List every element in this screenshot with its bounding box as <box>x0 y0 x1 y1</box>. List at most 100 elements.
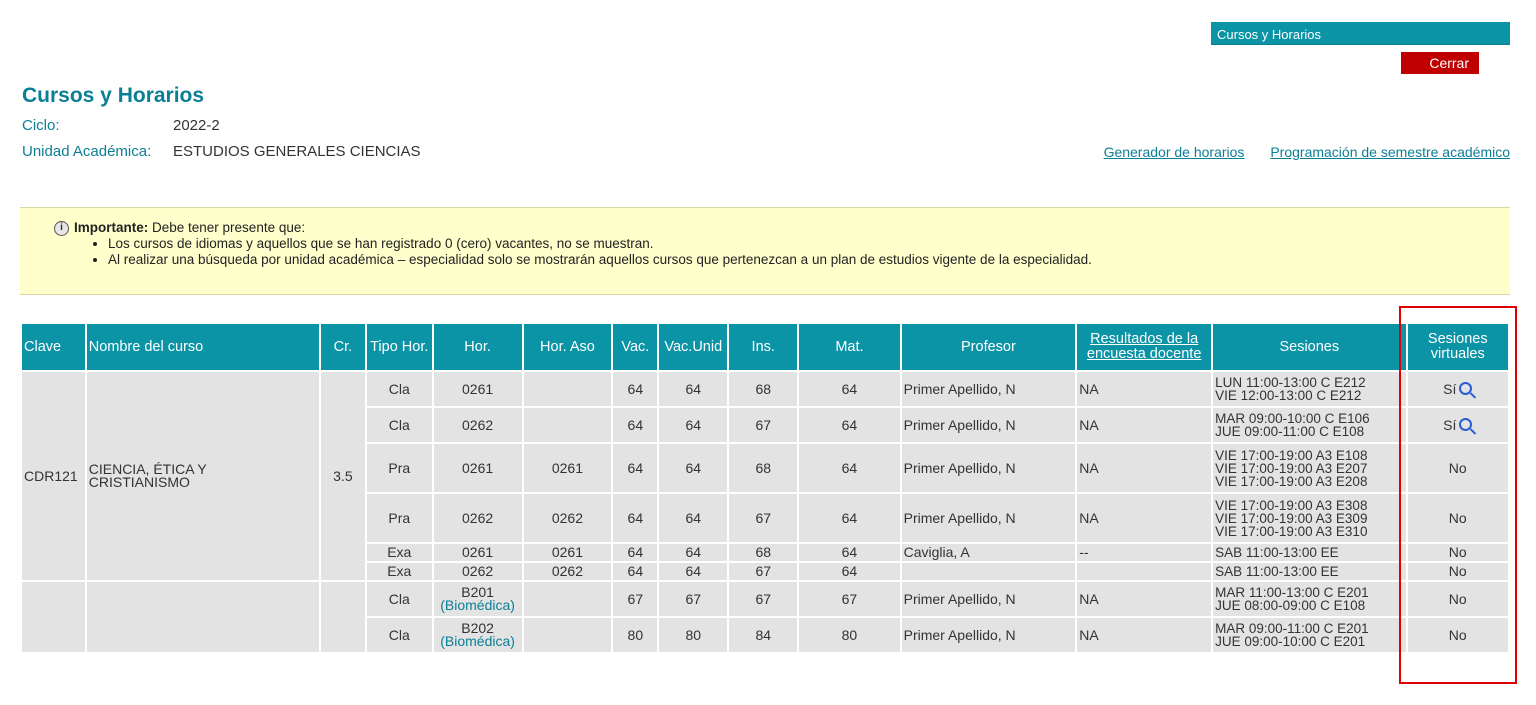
cell-virtual: Sí <box>1407 408 1508 442</box>
notice-strong: Importante: <box>74 220 149 235</box>
cell-horaso <box>523 408 612 442</box>
cell-vac: 67 <box>613 582 658 616</box>
cell-tipo: Exa <box>366 563 432 580</box>
cell-profesor: Caviglia, A <box>901 544 1076 561</box>
page-title: Cursos y Horarios <box>22 84 205 107</box>
generador-link[interactable]: Generador de horarios <box>1104 144 1245 160</box>
cell-hor: B202 (Biomédica) <box>433 618 522 652</box>
cell-ins: 67 <box>729 408 798 442</box>
cell-resultados: NA <box>1077 372 1212 406</box>
col-cr: Cr. <box>320 324 365 370</box>
cell-virtual: No <box>1407 618 1508 652</box>
cell-sesiones: SAB 11:00-13:00 EE <box>1213 544 1406 561</box>
col-clave: Clave <box>22 324 85 370</box>
cell-vacunid: 64 <box>659 544 728 561</box>
course-creditos <box>320 582 365 652</box>
cell-profesor: Primer Apellido, N <box>901 372 1076 406</box>
header-bar: Cursos y Horarios <box>1211 22 1510 45</box>
cell-sesiones: MAR 09:00-10:00 C E106 JUE 09:00-11:00 C … <box>1213 408 1406 442</box>
cell-horaso: 0262 <box>523 494 612 542</box>
cell-mat: 64 <box>799 544 900 561</box>
unidad-value: ESTUDIOS GENERALES CIENCIAS <box>173 143 421 160</box>
cell-tipo: Cla <box>366 582 432 616</box>
cell-vac: 80 <box>613 618 658 652</box>
table-header: Clave Nombre del curso Cr. Tipo Hor. Hor… <box>22 324 1508 370</box>
cell-mat: 80 <box>799 618 900 652</box>
cell-sesiones: LUN 11:00-13:00 C E212 VIE 12:00-13:00 C … <box>1213 372 1406 406</box>
cell-resultados: NA <box>1077 408 1212 442</box>
course-nombre: CIENCIA, ÉTICA Y CRISTIANISMO <box>86 372 319 580</box>
cell-vacunid: 64 <box>659 408 728 442</box>
cell-vacunid: 64 <box>659 372 728 406</box>
cell-vacunid: 64 <box>659 444 728 492</box>
notice-heading: Importante: Debe tener presente que: <box>54 220 1510 235</box>
cell-mat: 64 <box>799 494 900 542</box>
cell-ins: 84 <box>729 618 798 652</box>
cell-virtual: No <box>1407 563 1508 580</box>
cell-hor: 0262 <box>433 408 522 442</box>
cell-hor: 0262 <box>433 563 522 580</box>
col-hor: Hor. <box>433 324 522 370</box>
cell-horaso <box>523 618 612 652</box>
cell-vacunid: 64 <box>659 563 728 580</box>
col-nombre: Nombre del curso <box>86 324 319 370</box>
cell-sesiones: SAB 11:00-13:00 EE <box>1213 563 1406 580</box>
cell-horaso <box>523 372 612 406</box>
cell-sesiones: VIE 17:00-19:00 A3 E308 VIE 17:00-19:00 A… <box>1213 494 1406 542</box>
cell-vac: 64 <box>613 544 658 561</box>
cell-ins: 68 <box>729 544 798 561</box>
cell-resultados: NA <box>1077 582 1212 616</box>
cell-virtual: No <box>1407 544 1508 561</box>
cell-horaso: 0261 <box>523 444 612 492</box>
table-row: CDR121 CIENCIA, ÉTICA Y CRISTIANISMO 3.5 … <box>22 372 1508 580</box>
cell-resultados <box>1077 563 1212 580</box>
notice-item: Los cursos de idiomas y aquellos que se … <box>108 236 1510 252</box>
cell-sesiones: VIE 17:00-19:00 A3 E108 VIE 17:00-19:00 A… <box>1213 444 1406 492</box>
cell-resultados: NA <box>1077 494 1212 542</box>
cell-ins: 67 <box>729 582 798 616</box>
cell-mat: 64 <box>799 372 900 406</box>
cell-tipo: Cla <box>366 372 432 406</box>
notice-text: Debe tener presente que: <box>148 220 306 235</box>
cell-hor: 0261 <box>433 444 522 492</box>
page-links: Generador de horarios Programación de se… <box>1082 144 1510 160</box>
cell-profesor: Primer Apellido, N <box>901 618 1076 652</box>
notice-list: Los cursos de idiomas y aquellos que se … <box>54 236 1510 268</box>
col-profesor: Profesor <box>901 324 1076 370</box>
col-vacunid: Vac.Unid <box>659 324 728 370</box>
cell-vac: 64 <box>613 444 658 492</box>
close-button[interactable]: Cerrar <box>1401 52 1479 74</box>
cell-ins: 68 <box>729 372 798 406</box>
header-title: Cursos y Horarios <box>1217 27 1322 42</box>
cell-tipo: Pra <box>366 444 432 492</box>
cell-vac: 64 <box>613 494 658 542</box>
cell-virtual: Sí <box>1407 372 1508 406</box>
cell-sesiones: MAR 09:00-11:00 C E201 JUE 09:00-10:00 C … <box>1213 618 1406 652</box>
cell-resultados: NA <box>1077 444 1212 492</box>
notice-item: Al realizar una búsqueda por unidad acad… <box>108 252 1510 268</box>
cell-vacunid: 64 <box>659 494 728 542</box>
col-tipo: Tipo Hor. <box>366 324 432 370</box>
cell-virtual: No <box>1407 582 1508 616</box>
programacion-link[interactable]: Programación de semestre académico <box>1270 144 1510 160</box>
important-notice: i Importante: Debe tener presente que: L… <box>20 207 1510 295</box>
course-clave <box>22 582 85 652</box>
course-nombre <box>86 582 319 652</box>
resultados-link[interactable]: Resultados de la encuesta docente <box>1087 331 1201 362</box>
cell-sesiones: MAR 11:00-13:00 C E201 JUE 08:00-09:00 C … <box>1213 582 1406 616</box>
unidad-label: Unidad Académica: <box>22 143 152 160</box>
search-icon[interactable] <box>1459 418 1473 431</box>
cell-hor: 0261 <box>433 544 522 561</box>
cell-vacunid: 67 <box>659 582 728 616</box>
cell-tipo: Cla <box>366 408 432 442</box>
cell-horaso: 0261 <box>523 544 612 561</box>
cell-ins: 67 <box>729 494 798 542</box>
ciclo-label: Ciclo: <box>22 117 60 134</box>
cell-resultados: NA <box>1077 618 1212 652</box>
search-icon[interactable] <box>1459 382 1473 395</box>
unidad-row: Unidad Académica: ESTUDIOS GENERALES CIE… <box>22 143 421 160</box>
cell-ins: 67 <box>729 563 798 580</box>
cell-profesor: Primer Apellido, N <box>901 444 1076 492</box>
cell-hor: 0261 <box>433 372 522 406</box>
course-clave: CDR121 <box>22 372 85 580</box>
